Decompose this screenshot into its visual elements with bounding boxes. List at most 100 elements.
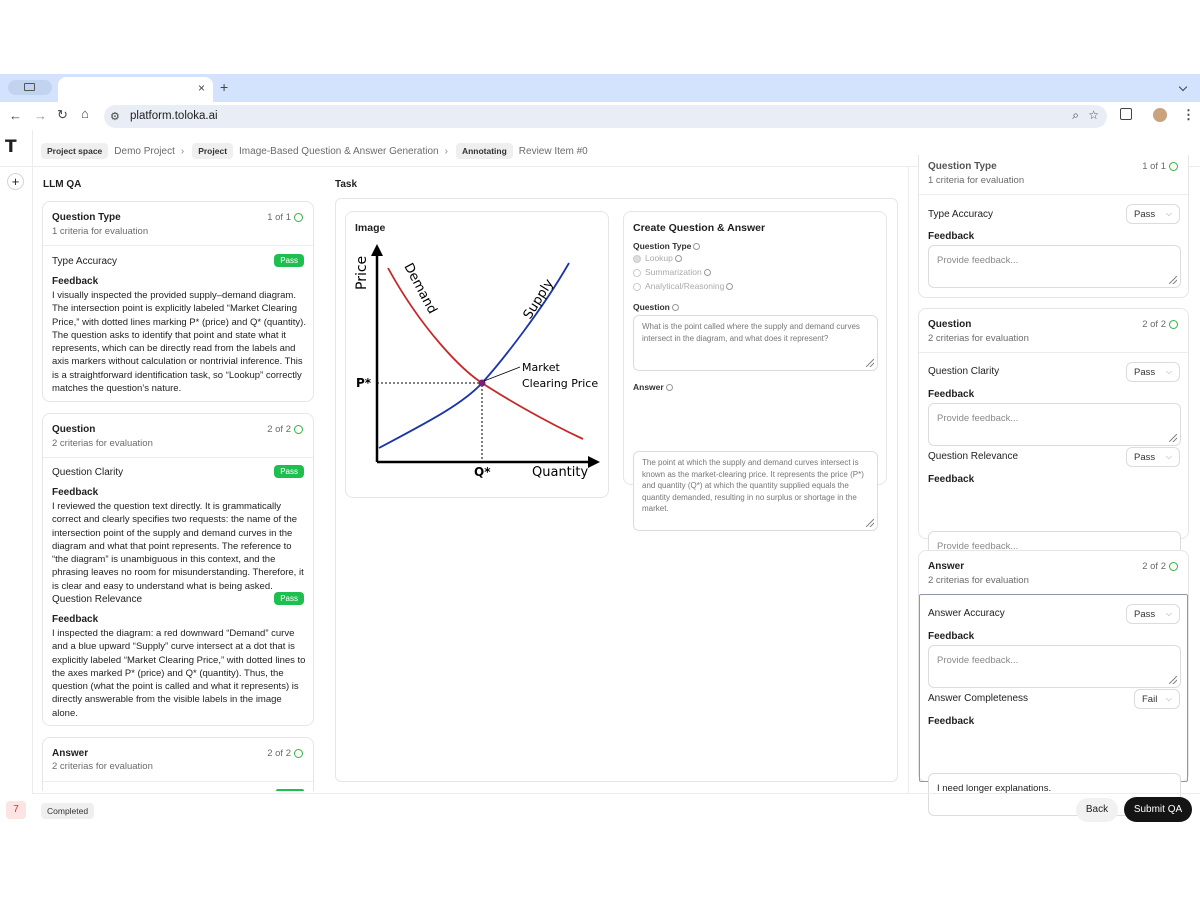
close-tab-icon[interactable]: × xyxy=(198,82,205,94)
answer-textarea[interactable]: The point at which the supply and demand… xyxy=(633,451,878,531)
radio-icon xyxy=(633,282,641,291)
feedback-label: Feedback xyxy=(928,474,975,485)
select-value: Pass xyxy=(1134,451,1156,463)
section-subtitle: 2 criterias for evaluation xyxy=(52,761,153,772)
question-type-label: Question Type xyxy=(633,241,701,251)
breadcrumb: Project space Demo Project › Project Ima… xyxy=(41,143,594,159)
section-title: Question xyxy=(928,319,972,330)
section-title: Question Type xyxy=(928,161,997,172)
resize-handle-icon[interactable] xyxy=(1169,434,1177,442)
llm-qa-title: LLM QA xyxy=(43,179,82,190)
count-text: 2 of 2 xyxy=(1142,561,1166,572)
tab-list-icon xyxy=(24,83,35,91)
criterion-name: Question Clarity xyxy=(52,467,124,478)
section-count: 1 of 1 xyxy=(267,212,303,223)
option-lookup: Lookup xyxy=(633,253,682,263)
feedback-textarea[interactable]: Provide feedback... xyxy=(928,645,1181,688)
project-link[interactable]: Image-Based Question & Answer Generation xyxy=(239,146,439,157)
count-text: 2 of 2 xyxy=(1142,319,1166,330)
add-button[interactable]: + xyxy=(7,173,24,190)
status-circle-icon xyxy=(1169,561,1178,571)
new-tab-button[interactable]: + xyxy=(220,80,228,94)
quantity-axis-label: Quantity xyxy=(532,465,588,480)
review-item-label: Review Item #0 xyxy=(518,145,588,157)
section-subtitle: 2 criterias for evaluation xyxy=(928,333,1029,344)
chevron-down-icon: ⌵ xyxy=(1165,609,1172,618)
right-question-card: Question 2 criterias for evaluation 2 of… xyxy=(918,308,1189,574)
question-textarea[interactable]: What is the point called where the suppl… xyxy=(633,315,878,371)
browser-tab[interactable]: × xyxy=(58,77,213,102)
notification-badge[interactable]: 7 xyxy=(6,801,26,819)
tab-search-button[interactable] xyxy=(8,80,52,95)
relevance-select[interactable]: Pass ⌵ xyxy=(1126,447,1180,467)
back-button[interactable]: Back xyxy=(1076,798,1118,822)
extensions-icon[interactable] xyxy=(1120,108,1132,120)
market-label-line2: Clearing Price xyxy=(522,377,598,390)
price-axis-label: Price xyxy=(354,256,370,290)
accuracy-select[interactable]: Pass ⌵ xyxy=(1126,604,1180,624)
section-title: Question Type xyxy=(52,212,121,223)
resize-handle-icon[interactable] xyxy=(1169,676,1177,684)
completeness-select[interactable]: Fail ⌵ xyxy=(1134,689,1180,709)
info-icon xyxy=(665,384,673,392)
reload-icon[interactable]: ↻ xyxy=(57,108,68,121)
question-text: What is the point called where the suppl… xyxy=(642,322,860,343)
demand-label: Demand xyxy=(400,261,439,317)
section-title: Answer xyxy=(52,748,89,759)
divider xyxy=(43,457,313,458)
pass-badge xyxy=(276,789,304,791)
site-info-icon[interactable]: ⚙ xyxy=(110,110,120,123)
feedback-textarea[interactable]: Provide feedback... xyxy=(928,245,1181,288)
question-card: Question 2 criterias for evaluation 2 of… xyxy=(42,413,314,726)
resize-handle-icon[interactable] xyxy=(866,519,874,527)
criterion-name: Question Relevance xyxy=(52,594,143,605)
feedback-label: Feedback xyxy=(928,389,975,400)
supply-demand-diagram: Price Quantity Demand Supply Market Clea… xyxy=(354,244,600,480)
resize-handle-icon[interactable] xyxy=(866,359,874,367)
feedback-label: Feedback xyxy=(52,614,99,625)
section-subtitle: 1 criteria for evaluation xyxy=(928,175,1025,186)
type-accuracy-select[interactable]: Pass ⌵ xyxy=(1126,204,1180,224)
zoom-icon[interactable]: ⌕ xyxy=(1072,109,1079,121)
criterion-name: Answer Completeness xyxy=(928,693,1029,704)
section-title: Answer xyxy=(928,561,965,572)
placeholder-text: Provide feedback... xyxy=(937,255,1019,266)
select-value: Fail xyxy=(1142,693,1158,705)
submit-qa-button[interactable]: Submit QA xyxy=(1124,797,1192,822)
feedback-textarea[interactable]: Provide feedback... xyxy=(928,403,1181,446)
question-label: Question xyxy=(633,302,679,312)
profile-avatar[interactable] xyxy=(1153,108,1167,122)
count-text: 2 of 2 xyxy=(267,424,291,435)
divider xyxy=(43,245,313,246)
back-icon[interactable]: ← xyxy=(9,109,22,122)
count-text: 1 of 1 xyxy=(1142,161,1166,172)
question-type-text: Question Type xyxy=(633,241,692,251)
project-space-chip: Project space xyxy=(41,143,109,159)
count-text: 1 of 1 xyxy=(267,212,291,223)
divider xyxy=(919,194,1188,195)
forward-icon[interactable]: → xyxy=(34,109,47,122)
project-space-link[interactable]: Demo Project xyxy=(114,146,175,157)
answer-label-text: Answer xyxy=(633,382,664,392)
feedback-label: Feedback xyxy=(928,231,975,242)
option-text: Analytical/Reasoning xyxy=(645,281,725,291)
bookmark-star-icon[interactable]: ☆ xyxy=(1088,109,1099,121)
home-icon[interactable]: ⌂ xyxy=(81,107,89,120)
x-axis-arrow xyxy=(588,456,600,468)
clarity-select[interactable]: Pass ⌵ xyxy=(1126,362,1180,382)
p-star-label: P* xyxy=(356,376,372,390)
chevron-right-icon: › xyxy=(444,145,448,157)
feedback-text: I reviewed the question text directly. I… xyxy=(52,501,304,592)
divider xyxy=(43,781,313,782)
right-answer-card: Answer 2 criterias for evaluation 2 of 2… xyxy=(918,550,1189,816)
section-count: 2 of 2 xyxy=(267,748,303,759)
section-count: 2 of 2 xyxy=(1142,319,1178,330)
more-menu-icon[interactable]: ⋮ xyxy=(1182,108,1195,121)
divider xyxy=(919,352,1188,353)
toloka-logo[interactable]: T xyxy=(5,137,17,157)
criterion-name: Question Clarity xyxy=(928,366,1000,377)
info-icon xyxy=(703,269,711,277)
resize-handle-icon[interactable] xyxy=(1169,276,1177,284)
status-circle-icon xyxy=(294,424,303,434)
address-bar[interactable]: ⚙ platform.toloka.ai ⌕ ☆ xyxy=(104,105,1107,128)
